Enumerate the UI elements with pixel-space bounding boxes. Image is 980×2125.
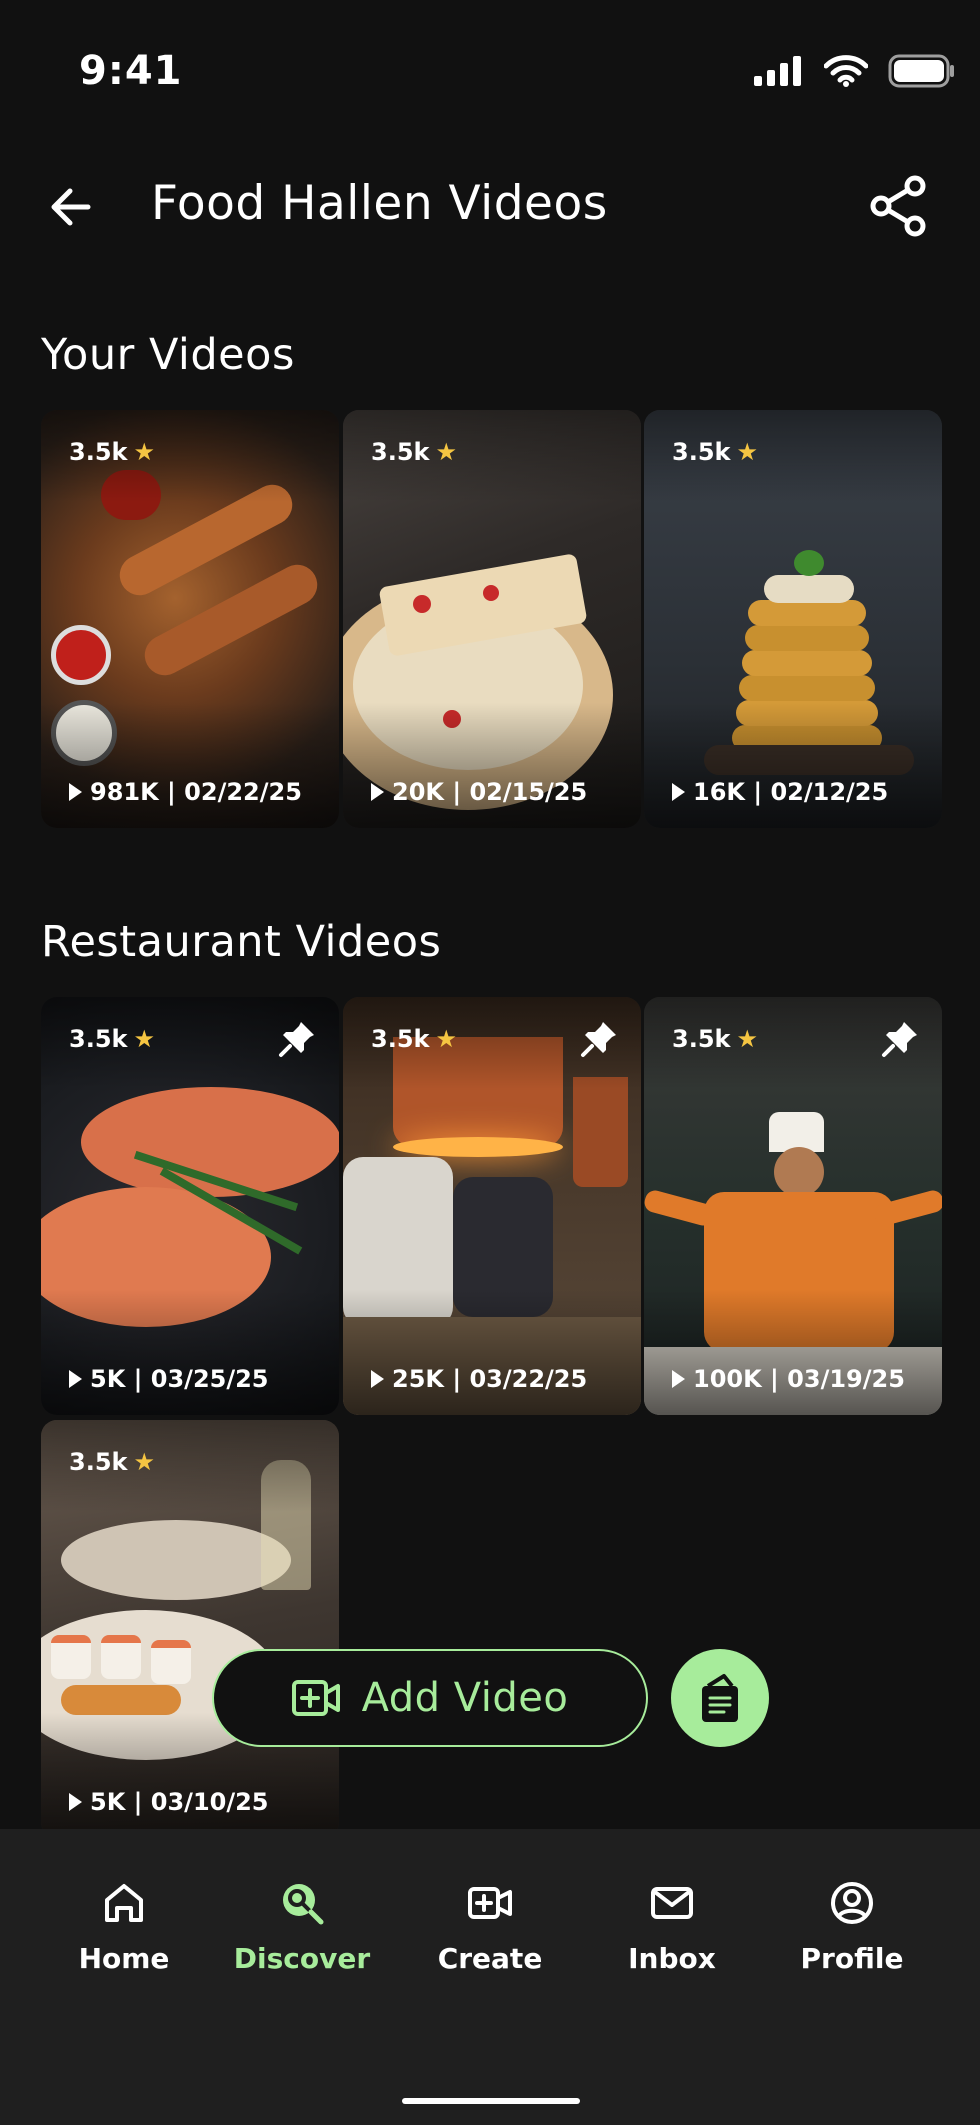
back-arrow-icon[interactable] bbox=[46, 182, 96, 232]
video-card[interactable]: 3.5k ★ 16K | 02/12/25 bbox=[644, 410, 942, 828]
star-icon: ★ bbox=[133, 1448, 155, 1476]
create-icon bbox=[468, 1887, 512, 1919]
video-stats: 981K | 02/22/25 bbox=[69, 778, 302, 806]
star-icon: ★ bbox=[736, 438, 758, 466]
video-stats: 16K | 02/12/25 bbox=[672, 778, 888, 806]
rating: 3.5k ★ bbox=[672, 438, 758, 466]
nav-create[interactable]: Create bbox=[400, 1880, 580, 1975]
pin-icon[interactable] bbox=[277, 1019, 317, 1059]
video-card[interactable]: 3.5k ★ 5K | 03/25/25 bbox=[41, 997, 339, 1415]
inbox-icon bbox=[651, 1887, 693, 1919]
nav-inbox[interactable]: Inbox bbox=[582, 1880, 762, 1975]
play-icon bbox=[371, 1370, 384, 1388]
nav-label-create: Create bbox=[437, 1942, 543, 1975]
rating: 3.5k ★ bbox=[672, 1025, 758, 1053]
document-action-button[interactable] bbox=[671, 1649, 769, 1747]
document-icon bbox=[702, 1674, 738, 1722]
pin-icon[interactable] bbox=[579, 1019, 619, 1059]
video-card[interactable]: 3.5k ★ 20K | 02/15/25 bbox=[343, 410, 641, 828]
play-icon bbox=[69, 1793, 82, 1811]
profile-icon bbox=[831, 1882, 873, 1924]
play-icon bbox=[69, 1370, 82, 1388]
nav-profile[interactable]: Profile bbox=[762, 1880, 942, 1975]
rating: 3.5k ★ bbox=[371, 1025, 457, 1053]
video-stats: 25K | 03/22/25 bbox=[371, 1365, 587, 1393]
rating: 3.5k ★ bbox=[69, 438, 155, 466]
play-icon bbox=[672, 1370, 685, 1388]
rating: 3.5k ★ bbox=[69, 1025, 155, 1053]
play-icon bbox=[371, 783, 384, 801]
share-icon[interactable] bbox=[868, 174, 930, 238]
pin-icon[interactable] bbox=[880, 1019, 920, 1059]
nav-home[interactable]: Home bbox=[34, 1880, 214, 1975]
discover-icon bbox=[283, 1884, 324, 1925]
nav-discover[interactable]: Discover bbox=[212, 1880, 392, 1975]
video-card[interactable]: 3.5k ★ 5K | 03/10/25 bbox=[41, 1420, 339, 1838]
status-time: 9:41 bbox=[79, 48, 183, 94]
star-icon: ★ bbox=[133, 1025, 155, 1053]
status-icons bbox=[754, 54, 956, 88]
video-card[interactable]: 3.5k ★ 100K | 03/19/25 bbox=[644, 997, 942, 1415]
signal-icon bbox=[754, 56, 801, 86]
video-stats: 100K | 03/19/25 bbox=[672, 1365, 905, 1393]
video-stats: 20K | 02/15/25 bbox=[371, 778, 587, 806]
page-title: Food Hallen Videos bbox=[151, 176, 608, 231]
wifi-icon bbox=[824, 55, 868, 87]
add-video-icon bbox=[291, 1680, 340, 1716]
rating: 3.5k ★ bbox=[371, 438, 457, 466]
add-video-label: Add Video bbox=[361, 1675, 569, 1721]
play-icon bbox=[69, 783, 82, 801]
nav-label-profile: Profile bbox=[800, 1942, 904, 1975]
rating: 3.5k ★ bbox=[69, 1448, 155, 1476]
add-video-button[interactable]: Add Video bbox=[212, 1649, 648, 1747]
section-title-your-videos: Your Videos bbox=[41, 330, 295, 380]
home-indicator bbox=[402, 2098, 580, 2104]
bottom-navigation bbox=[0, 1829, 980, 2125]
video-card[interactable]: 3.5k ★ 981K | 02/22/25 bbox=[41, 410, 339, 828]
battery-icon bbox=[888, 54, 954, 88]
home-icon bbox=[105, 1884, 143, 1922]
star-icon: ★ bbox=[133, 438, 155, 466]
section-title-restaurant-videos: Restaurant Videos bbox=[41, 917, 442, 967]
star-icon: ★ bbox=[736, 1025, 758, 1053]
play-icon bbox=[672, 783, 685, 801]
video-stats: 5K | 03/10/25 bbox=[69, 1788, 269, 1816]
nav-label-discover: Discover bbox=[233, 1942, 371, 1975]
star-icon: ★ bbox=[435, 1025, 457, 1053]
star-icon: ★ bbox=[435, 438, 457, 466]
video-card[interactable]: 3.5k ★ 25K | 03/22/25 bbox=[343, 997, 641, 1415]
nav-label-home: Home bbox=[78, 1942, 170, 1975]
nav-label-inbox: Inbox bbox=[628, 1942, 716, 1975]
video-stats: 5K | 03/25/25 bbox=[69, 1365, 269, 1393]
